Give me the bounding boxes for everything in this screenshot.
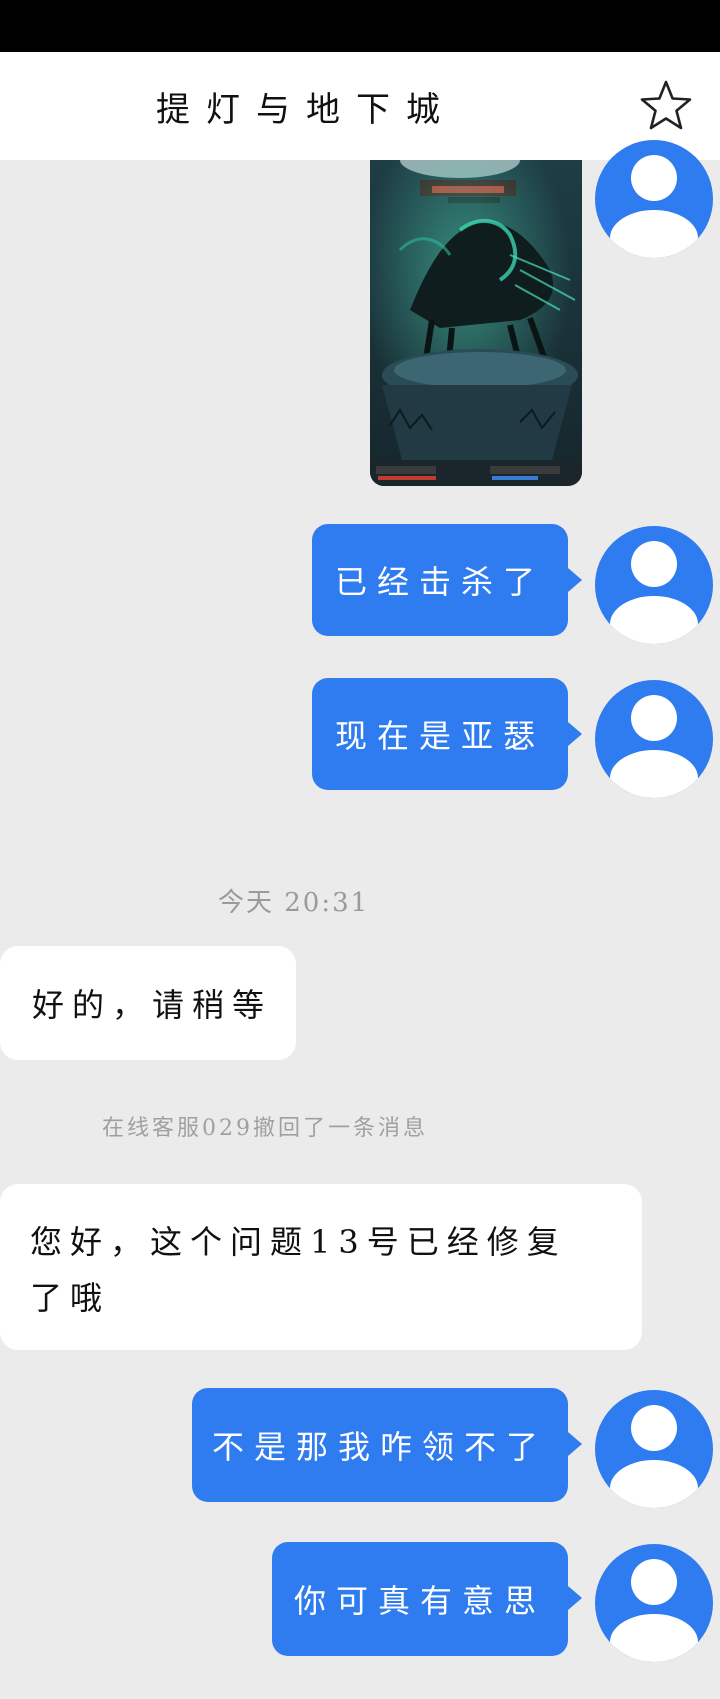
user-avatar-icon: [610, 1405, 698, 1508]
chat-header: 提灯与地下城: [0, 52, 720, 160]
outgoing-message[interactable]: 现在是亚瑟: [312, 678, 582, 790]
message-text: 您好，这个问题13号已经修复了哦: [30, 1223, 567, 1317]
user-avatar[interactable]: [595, 1390, 713, 1508]
user-avatar-icon: [610, 1559, 698, 1662]
outgoing-message[interactable]: 你可真有意思: [272, 1542, 582, 1656]
message-text: 好的，请稍等: [32, 986, 273, 1024]
recall-notice: 在线客服029撤回了一条消息: [102, 1116, 428, 1141]
outgoing-message[interactable]: 不是那我咋领不了: [192, 1388, 582, 1502]
user-avatar[interactable]: [595, 680, 713, 798]
outgoing-message[interactable]: 已经击杀了: [312, 524, 582, 636]
user-avatar[interactable]: [595, 1544, 713, 1662]
chat-area[interactable]: 已经击杀了 现在是亚瑟 今天 20:31 好的，请稍等 在线客服029撤回了一条…: [0, 140, 720, 1699]
message-text: 已经击杀了: [334, 563, 545, 601]
star-icon[interactable]: [638, 78, 694, 134]
message-timestamp: 今天 20:31: [218, 888, 370, 918]
user-avatar[interactable]: [595, 140, 713, 258]
message-text: 不是那我咋领不了: [211, 1428, 548, 1466]
incoming-message[interactable]: 您好，这个问题13号已经修复了哦: [0, 1184, 642, 1350]
incoming-message[interactable]: 好的，请稍等: [0, 946, 296, 1060]
game-screenshot-image[interactable]: [370, 160, 582, 486]
user-avatar-icon: [610, 695, 698, 798]
chat-title: 提灯与地下城: [156, 90, 456, 130]
user-avatar-icon: [610, 155, 698, 258]
message-text: 你可真有意思: [293, 1582, 546, 1620]
user-avatar-icon: [610, 541, 698, 644]
message-text: 现在是亚瑟: [334, 717, 545, 755]
user-avatar[interactable]: [595, 526, 713, 644]
status-bar: [0, 0, 720, 52]
